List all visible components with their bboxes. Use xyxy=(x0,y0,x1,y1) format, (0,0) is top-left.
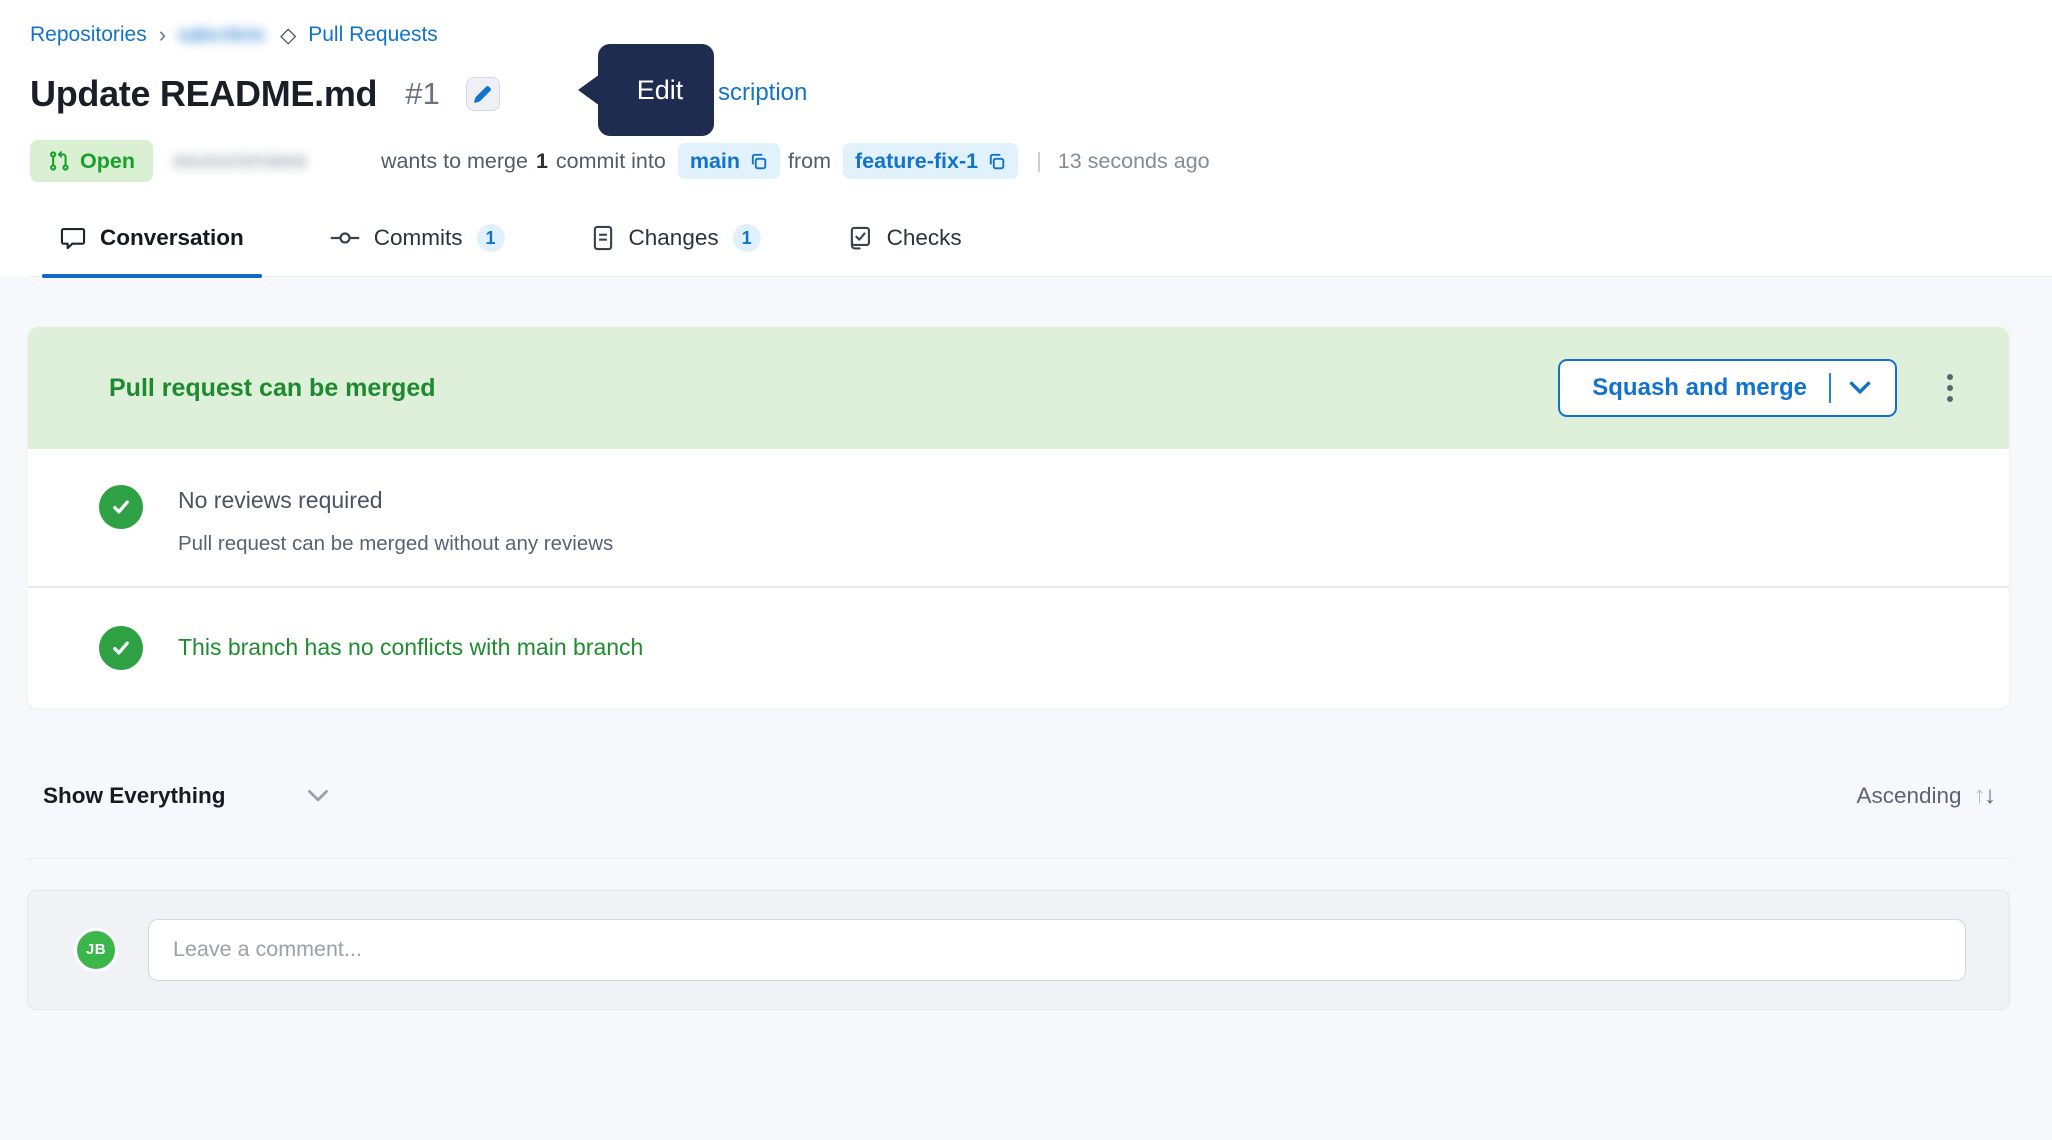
review-check-row: No reviews required Pull request can be … xyxy=(28,449,2009,586)
check-circle-icon xyxy=(99,485,143,529)
kebab-dot xyxy=(1947,374,1953,380)
tab-conversation[interactable]: Conversation xyxy=(42,224,262,276)
head-branch-link[interactable]: feature-fix-1 xyxy=(855,149,978,174)
kebab-dot xyxy=(1947,396,1953,402)
edit-tooltip-label: Edit xyxy=(637,75,684,106)
chevron-down-icon xyxy=(306,789,330,803)
sort-toggle[interactable]: Ascending ↑ ↓ xyxy=(1856,782,1996,810)
file-icon xyxy=(591,225,615,251)
tab-label: Commits xyxy=(374,225,463,251)
pr-status-label: Open xyxy=(80,149,135,174)
comment-input[interactable] xyxy=(148,919,1966,981)
pencil-icon xyxy=(473,85,492,104)
tab-changes[interactable]: Changes 1 xyxy=(573,224,779,276)
timeline-divider xyxy=(27,858,2010,859)
tab-bar: Conversation Commits 1 xyxy=(30,224,2052,277)
status-divider: | xyxy=(1036,148,1042,174)
header-section: Repositories › sabcnbrio ◇ Pull Requests… xyxy=(0,0,2052,277)
sort-arrows-icon: ↑ ↓ xyxy=(1974,782,1996,810)
pr-status-badge: Open xyxy=(30,140,153,182)
changes-count-badge: 1 xyxy=(733,224,761,252)
merge-text-2: commit into xyxy=(556,149,666,174)
page-title: Update README.md xyxy=(30,73,377,115)
tooltip-arrow-icon xyxy=(578,74,600,106)
avatar: JB xyxy=(74,928,118,972)
breadcrumb: Repositories › sabcnbrio ◇ Pull Requests xyxy=(30,22,2052,48)
tab-label: Checks xyxy=(887,225,962,251)
git-pull-request-icon xyxy=(48,150,70,172)
tab-checks[interactable]: Checks xyxy=(829,224,980,276)
tab-label: Conversation xyxy=(100,225,244,251)
merge-status-card: Pull request can be merged Squash and me… xyxy=(27,326,2010,709)
pr-number: #1 xyxy=(405,76,439,112)
check-circle-icon xyxy=(99,626,143,670)
copy-base-branch-button[interactable] xyxy=(749,152,768,171)
tab-label: Changes xyxy=(629,225,719,251)
breadcrumb-separator: › xyxy=(159,22,166,48)
more-options-kebab-button[interactable] xyxy=(1941,368,1959,408)
button-divider xyxy=(1829,373,1831,403)
title-row: Update README.md #1 xyxy=(30,74,2052,114)
tab-commits[interactable]: Commits 1 xyxy=(312,224,523,276)
comment-box: JB xyxy=(27,890,2010,1010)
review-check-body: No reviews required Pull request can be … xyxy=(178,479,613,556)
conversation-panel: Pull request can be merged Squash and me… xyxy=(0,277,2052,1140)
kebab-dot xyxy=(1947,385,1953,391)
merge-text: wants to merge xyxy=(381,149,528,174)
breadcrumb-pull-requests-link[interactable]: Pull Requests xyxy=(308,23,438,47)
base-branch-link[interactable]: main xyxy=(690,149,740,174)
breadcrumb-repositories-link[interactable]: Repositories xyxy=(30,23,147,47)
sort-label: Ascending xyxy=(1856,783,1961,809)
edit-tooltip: Edit xyxy=(598,44,714,136)
speech-bubble-icon xyxy=(60,225,86,251)
merge-banner-heading: Pull request can be merged xyxy=(109,374,436,403)
chevron-down-icon[interactable] xyxy=(1849,381,1871,395)
filter-label: Show Everything xyxy=(43,783,226,809)
merge-banner: Pull request can be merged Squash and me… xyxy=(28,327,2009,449)
review-check-subtitle: Pull request can be merged without any r… xyxy=(178,532,613,556)
commits-count-badge: 1 xyxy=(477,224,505,252)
copy-icon xyxy=(987,152,1006,171)
filter-dropdown[interactable]: Show Everything xyxy=(43,783,330,809)
breadcrumb-repo-link-redacted[interactable]: sabcnbrio xyxy=(178,24,274,47)
from-text: from xyxy=(788,149,831,174)
add-description-link-partial[interactable]: scription xyxy=(718,79,807,107)
head-branch-badge: feature-fix-1 xyxy=(843,143,1018,179)
status-row: Open asusucionawa wants to merge 1 commi… xyxy=(30,140,2052,182)
created-time: 13 seconds ago xyxy=(1058,149,1210,174)
repo-diamond-icon: ◇ xyxy=(280,23,296,48)
active-tab-underline xyxy=(42,274,262,279)
copy-icon xyxy=(749,152,768,171)
pull-request-page: Repositories › sabcnbrio ◇ Pull Requests… xyxy=(0,0,2052,1140)
edit-title-button[interactable] xyxy=(466,77,500,111)
merge-button-label: Squash and merge xyxy=(1592,374,1807,402)
commit-icon xyxy=(330,227,360,249)
arrow-down-icon: ↓ xyxy=(1984,782,1996,809)
copy-head-branch-button[interactable] xyxy=(987,152,1006,171)
pr-author-redacted: asusucionawa xyxy=(173,149,373,173)
conflict-check-title: This branch has no conflicts with main b… xyxy=(178,634,643,661)
squash-and-merge-button[interactable]: Squash and merge xyxy=(1558,359,1897,417)
conflict-check-row: This branch has no conflicts with main b… xyxy=(28,588,2009,708)
commit-count: 1 xyxy=(536,149,548,174)
checklist-icon xyxy=(847,225,873,251)
merge-actions: Squash and merge xyxy=(1558,359,1959,417)
timeline-controls: Show Everything Ascending ↑ ↓ xyxy=(27,782,2010,810)
base-branch-badge: main xyxy=(678,143,780,179)
review-check-title: No reviews required xyxy=(178,479,613,514)
